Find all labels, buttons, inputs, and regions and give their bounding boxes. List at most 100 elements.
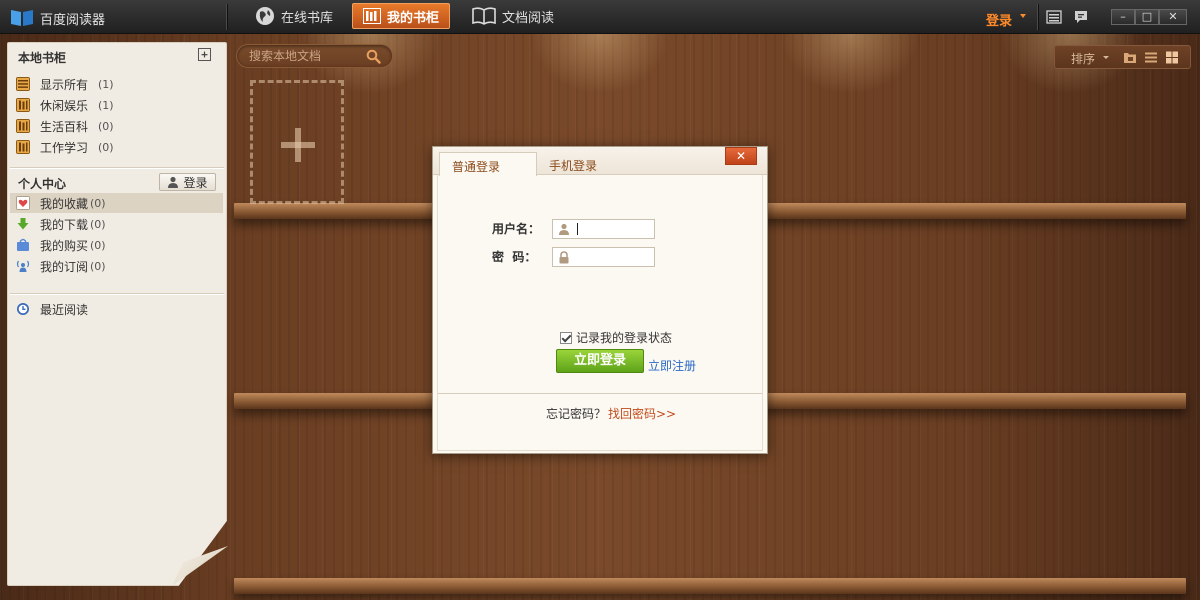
titlebar-divider	[1037, 4, 1038, 30]
sidebar-item-count: (0)	[98, 140, 114, 154]
username-label: 用户名：	[492, 222, 541, 236]
dialog-close-button[interactable]: ✕	[725, 147, 757, 165]
sidebar-item-subscriptions[interactable]: 我的订阅 (0)	[10, 256, 223, 276]
subscribe-icon	[16, 260, 30, 272]
app-title: 百度阅读器	[40, 13, 106, 28]
sidebar-item-count: (0)	[90, 238, 106, 252]
recover-password-link[interactable]: 找回密码>>	[608, 405, 676, 422]
close-window-button[interactable]: ✕	[1159, 9, 1187, 25]
list-icon[interactable]	[1046, 9, 1062, 25]
sidebar-item-count: (1)	[98, 98, 114, 112]
add-category-icon[interactable]	[198, 48, 211, 61]
personal-center-title: 个人中心	[18, 177, 67, 191]
shelf-category-icon	[16, 98, 30, 112]
sidebar-item-life[interactable]: 生活百科 (0)	[10, 116, 223, 136]
shopping-bag-icon	[17, 238, 29, 251]
bookshelf-icon	[363, 8, 381, 24]
open-book-icon	[472, 7, 496, 25]
sidebar-item-label: 显示所有	[40, 77, 89, 92]
heart-icon	[16, 196, 30, 210]
shelf-all-icon	[16, 77, 30, 91]
sidebar: 本地书柜 显示所有 (1) 休闲娱乐 (1) 生活百科 (0) 工作学习 (0)	[7, 42, 227, 586]
login-submit-button[interactable]: 立即登录	[556, 349, 644, 373]
user-icon	[168, 176, 179, 188]
password-label: 密 码：	[492, 250, 537, 264]
shelf-board	[234, 578, 1186, 594]
sidebar-item-downloads[interactable]: 我的下载 (0)	[10, 214, 223, 234]
search-box	[236, 44, 393, 68]
sidebar-item-recent-reading[interactable]: 最近阅读	[10, 299, 223, 319]
checkbox-checked-icon[interactable]	[560, 331, 572, 344]
sidebar-item-count: (1)	[98, 77, 114, 91]
view-toolbar: 排序	[1054, 45, 1191, 69]
folder-icon[interactable]	[1123, 51, 1137, 64]
top-login-link[interactable]: 登录	[986, 10, 1012, 29]
sidebar-item-label: 生活百科	[40, 119, 89, 134]
chevron-down-icon[interactable]	[1103, 56, 1109, 59]
login-dialog: 普通登录 手机登录 ✕ 用户名： 密 码： 记录我的登录状态 立即登录 立即注册…	[432, 146, 768, 454]
register-link[interactable]: 立即注册	[648, 357, 696, 374]
nav-tab-label: 文档阅读	[502, 10, 555, 26]
sidebar-item-count: (0)	[90, 259, 106, 273]
app-logo-icon	[11, 10, 33, 26]
nav-tab-label: 在线书库	[281, 10, 334, 26]
sidebar-item-label: 最近阅读	[40, 302, 89, 317]
dialog-body: 用户名： 密 码： 记录我的登录状态 立即登录 立即注册 忘记密码？ 找回密码>…	[437, 175, 763, 451]
sidebar-item-label: 休闲娱乐	[40, 98, 89, 113]
sidebar-item-count: (0)	[90, 217, 106, 231]
user-icon	[559, 223, 569, 235]
sidebar-item-label: 我的下载	[40, 217, 89, 232]
sidebar-item-label: 我的购买	[40, 238, 89, 253]
download-arrow-icon	[17, 218, 29, 230]
lock-icon	[559, 251, 569, 264]
sidebar-item-favorites[interactable]: 我的收藏 (0)	[10, 193, 223, 213]
nav-tab-document-reading[interactable]: 文档阅读	[462, 3, 564, 29]
sidebar-item-purchases[interactable]: 我的购买 (0)	[10, 235, 223, 255]
sidebar-item-work-study[interactable]: 工作学习 (0)	[10, 137, 223, 157]
clock-icon	[17, 303, 29, 315]
username-input[interactable]	[575, 222, 651, 236]
plus-icon	[295, 128, 301, 162]
nav-tab-online-library[interactable]: 在线书库	[245, 3, 343, 29]
forgot-password-text: 忘记密码？	[546, 407, 607, 421]
minimize-button[interactable]: –	[1111, 9, 1135, 25]
add-book-button[interactable]	[250, 80, 344, 204]
nav-tab-my-bookshelf[interactable]: 我的书柜	[352, 3, 450, 29]
sidebar-login-label: 登录	[183, 175, 208, 190]
chevron-down-icon[interactable]	[1020, 14, 1026, 18]
sidebar-item-leisure[interactable]: 休闲娱乐 (1)	[10, 95, 223, 115]
shelf-category-icon	[16, 140, 30, 154]
remember-login-checkbox[interactable]: 记录我的登录状态	[560, 329, 672, 346]
local-shelf-title: 本地书柜	[18, 51, 67, 65]
sort-button[interactable]: 排序	[1071, 50, 1095, 67]
sidebar-login-button[interactable]: 登录	[159, 173, 216, 191]
maximize-button[interactable]: □	[1135, 9, 1159, 25]
title-bar: 百度阅读器 在线书库 我的书柜 文档阅读 登录 – □ ✕	[0, 0, 1200, 34]
dialog-tab-bar: 普通登录 手机登录 ✕	[433, 147, 767, 176]
sidebar-item-label: 我的订阅	[40, 259, 89, 274]
sidebar-item-count: (0)	[90, 196, 106, 210]
dialog-divider	[438, 393, 762, 394]
search-input[interactable]	[249, 48, 367, 64]
password-input[interactable]	[575, 250, 651, 264]
search-icon[interactable]	[366, 49, 381, 64]
text-cursor	[577, 223, 578, 235]
remember-login-label: 记录我的登录状态	[576, 331, 673, 345]
grid-view-icon[interactable]	[1165, 51, 1179, 64]
chat-bubble-icon[interactable]	[1073, 9, 1089, 25]
shelf-category-icon	[16, 119, 30, 133]
tab-phone-login[interactable]: 手机登录	[549, 157, 597, 174]
spotlight	[780, 34, 920, 94]
sidebar-item-show-all[interactable]: 显示所有 (1)	[10, 74, 223, 94]
nav-tab-label: 我的书柜	[387, 10, 440, 26]
sidebar-item-label: 工作学习	[40, 140, 89, 155]
sidebar-item-label: 我的收藏	[40, 196, 89, 211]
titlebar-divider	[226, 4, 227, 30]
username-field[interactable]	[552, 219, 655, 239]
sidebar-divider	[10, 293, 224, 294]
tab-normal-login[interactable]: 普通登录	[439, 152, 537, 176]
list-view-icon[interactable]	[1144, 51, 1158, 64]
password-field[interactable]	[552, 247, 655, 267]
globe-icon	[256, 7, 274, 25]
spotlight	[530, 34, 670, 94]
